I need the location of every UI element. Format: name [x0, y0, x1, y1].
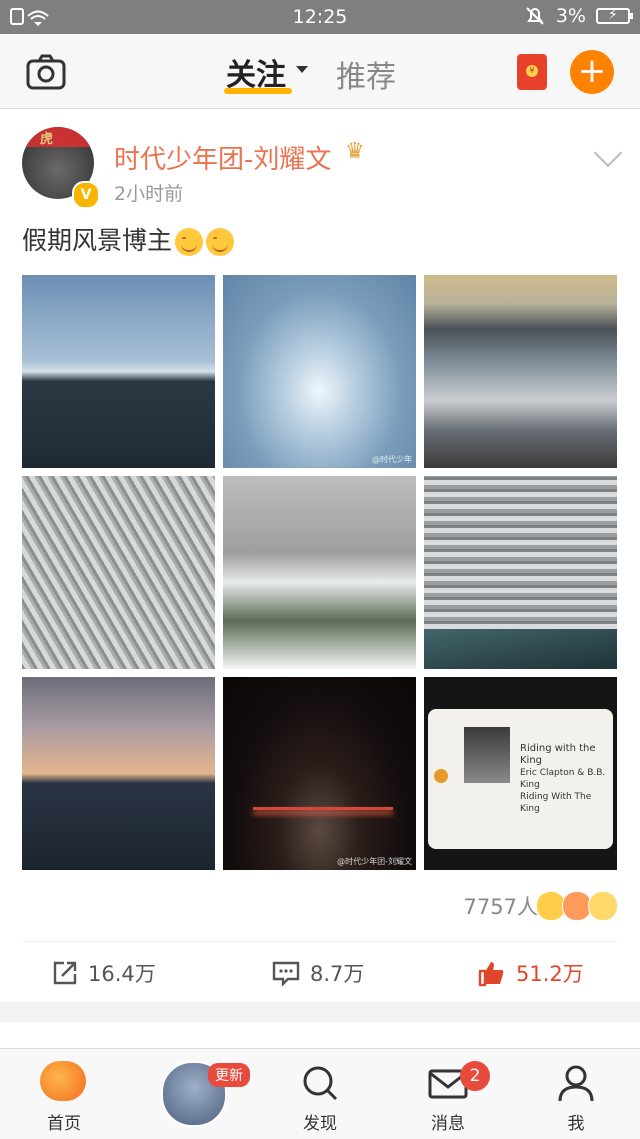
post-actions: 16.4万 8.7万 51.2万 [22, 941, 618, 1003]
nav-me-label: 我 [567, 1114, 585, 1134]
photo-mountain-dusk[interactable] [22, 275, 215, 468]
author-name[interactable]: 时代少年团-刘耀文 [114, 139, 331, 176]
like-button[interactable]: 51.2万 [478, 958, 584, 988]
photo-car-music-screen[interactable]: Riding with the King Eric Clapton & B.B.… [424, 677, 617, 870]
photo-night-road[interactable]: @时代少年团-刘耀文 [223, 677, 416, 870]
post-card: 虎 V 时代少年团-刘耀文 ♛ 2小时前 假期风景博主 @时代少年 @时代少年团… [0, 109, 640, 1002]
photo-frosted-trees[interactable] [22, 476, 215, 669]
photo-grid: @时代少年 @时代少年团-刘耀文 @时代少年团-刘耀文 Riding with … [22, 275, 618, 871]
battery-percent: 3% [555, 5, 586, 27]
nav-discover[interactable]: 发现 [256, 1049, 384, 1139]
comment-icon [272, 961, 300, 986]
song-album: Riding With The King [520, 792, 592, 814]
crown-icon: ♛ [345, 139, 365, 164]
play-control-icon [434, 769, 448, 783]
profile-icon [558, 1065, 594, 1102]
chevron-down-icon[interactable] [593, 138, 623, 168]
story-update-tag: 更新 [208, 1063, 250, 1087]
chevron-down-icon[interactable] [296, 66, 308, 73]
nav-home[interactable]: 首页 [0, 1049, 128, 1139]
mute-bell-icon [526, 7, 544, 25]
repost-count: 16.4万 [88, 962, 156, 986]
reaction-count: 7757人 [463, 895, 538, 919]
comment-count: 8.7万 [310, 962, 365, 986]
smile-emoji-icon [206, 228, 235, 256]
photo-car-window[interactable]: @时代少年团-刘耀文 [424, 476, 617, 669]
top-nav: 关注 推荐 ¥ + [0, 34, 640, 109]
status-bar: 12:25 3% ⚡ [0, 0, 640, 34]
avatar-frame-decoration: 虎 [22, 127, 94, 147]
photo-sunset-lake[interactable] [22, 677, 215, 870]
nav-story[interactable]: 更新 [128, 1049, 256, 1139]
repost-icon [53, 961, 77, 985]
active-tab-indicator [224, 88, 292, 94]
home-mascot-icon [40, 1061, 86, 1101]
photo-watermark: @时代少年团-刘耀文 [337, 857, 412, 866]
song-artist: Eric Clapton & B.B. King [520, 768, 606, 790]
tab-recommend[interactable]: 推荐 [336, 52, 396, 96]
photo-watermark: @时代少年 [372, 455, 412, 464]
repost-button[interactable]: 16.4万 [52, 958, 156, 988]
photo-lake-town[interactable] [424, 275, 617, 468]
smile-emoji-icon [175, 228, 204, 256]
photo-watermark: @时代少年团-刘耀文 [538, 656, 613, 665]
nav-discover-label: 发现 [303, 1114, 337, 1134]
song-info: Riding with the King Eric Clapton & B.B.… [520, 743, 610, 815]
nav-home-label: 首页 [47, 1114, 81, 1134]
search-icon [303, 1066, 338, 1101]
post-text-content: 假期风景博主 [22, 226, 173, 255]
bottom-nav: 首页 更新 发现 2 消息 我 [0, 1048, 640, 1139]
nav-messages-label: 消息 [431, 1114, 465, 1134]
comment-button[interactable]: 8.7万 [272, 958, 364, 988]
photo-snowy-branches[interactable] [223, 476, 416, 669]
verified-badge-icon: V [72, 181, 100, 209]
nav-me[interactable]: 我 [512, 1049, 640, 1139]
messages-badge: 2 [460, 1061, 490, 1091]
post-text: 假期风景博主 [22, 221, 235, 257]
grin-emoji-icon [588, 891, 618, 921]
photo-mountain-glow[interactable]: @时代少年 [223, 275, 416, 468]
like-count: 51.2万 [516, 962, 584, 986]
thumbs-up-icon [478, 962, 504, 987]
nav-messages[interactable]: 2 消息 [384, 1049, 512, 1139]
status-right-icons: 3% ⚡ [524, 5, 633, 27]
compose-button[interactable]: + [570, 50, 614, 94]
red-packet-icon[interactable]: ¥ [517, 54, 547, 90]
post-time: 2小时前 [114, 183, 184, 205]
reactions-summary[interactable]: 7757人 [464, 891, 618, 921]
song-title: Riding with the King [520, 743, 596, 766]
music-screen: Riding with the King Eric Clapton & B.B.… [428, 709, 613, 849]
camera-icon[interactable] [26, 52, 66, 92]
album-cover [464, 727, 510, 783]
battery-icon: ⚡ [596, 7, 633, 24]
